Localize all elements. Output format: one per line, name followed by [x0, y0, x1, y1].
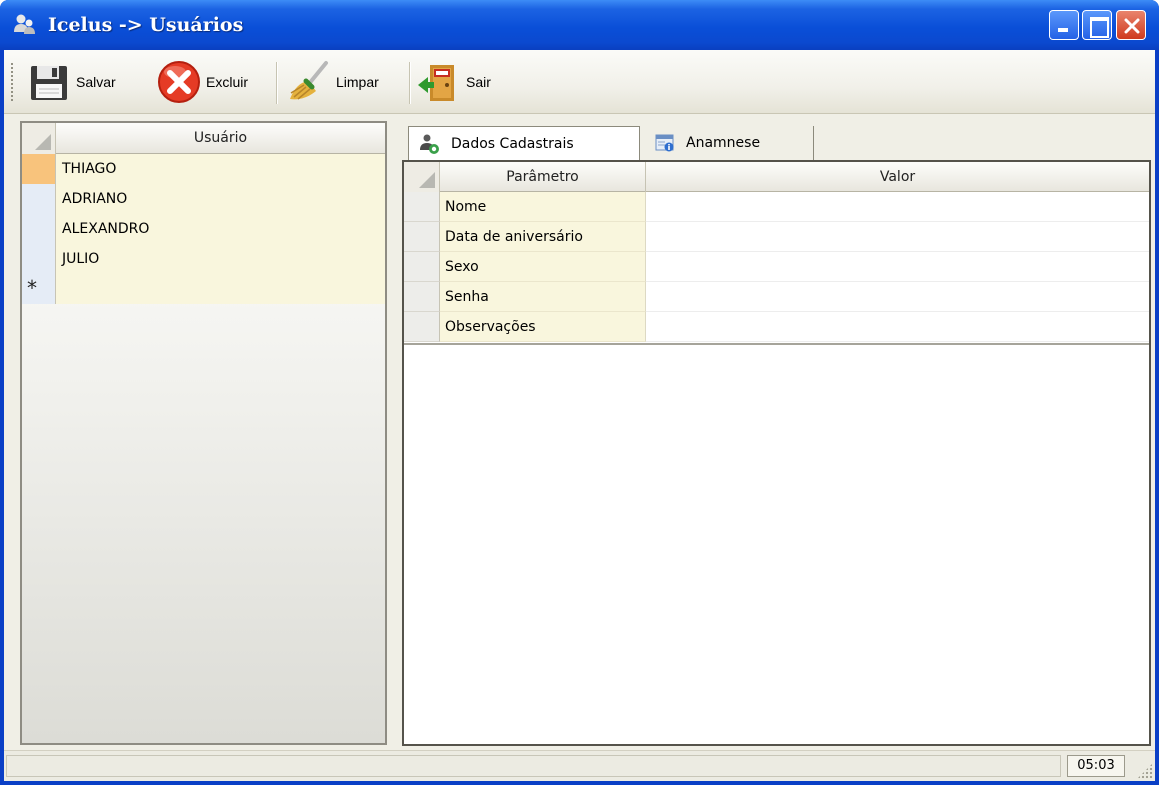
table-row[interactable]: Sexo: [404, 252, 1149, 282]
title-bar[interactable]: Icelus -> Usuários: [0, 0, 1159, 50]
delete-button[interactable]: Excluir: [156, 58, 248, 106]
row-header[interactable]: [404, 192, 440, 222]
toolbar-grip[interactable]: [10, 62, 14, 102]
client-area: Salvar Excluir Limpar Sair Usuário THIAG…: [4, 50, 1155, 781]
new-row-header[interactable]: *: [22, 274, 56, 304]
close-icon: [1124, 18, 1140, 34]
clear-label: Limpar: [336, 74, 379, 90]
property-grid[interactable]: Parâmetro Valor Nome Data de aniversário…: [402, 160, 1151, 746]
table-row[interactable]: Senha: [404, 282, 1149, 312]
new-row[interactable]: *: [22, 274, 385, 304]
row-header[interactable]: [404, 282, 440, 312]
minimize-button[interactable]: [1049, 10, 1079, 40]
row-header[interactable]: [22, 184, 56, 214]
maximize-button[interactable]: [1082, 10, 1112, 40]
application-window: Icelus -> Usuários Salvar Excluir Limpar…: [0, 0, 1159, 785]
select-all-corner[interactable]: [22, 123, 56, 154]
value-cell[interactable]: [646, 222, 1149, 252]
clear-button[interactable]: Limpar: [286, 58, 379, 106]
exit-button[interactable]: Sair: [416, 58, 491, 106]
delete-label: Excluir: [206, 74, 249, 90]
column-header-valor[interactable]: Valor: [646, 162, 1149, 193]
param-cell[interactable]: Nome: [440, 192, 646, 222]
toolbar-separator: [409, 62, 411, 104]
floppy-disk-icon: [31, 66, 67, 100]
users-grid-header: Usuário: [22, 123, 385, 154]
document-info-icon: [655, 134, 674, 152]
table-row[interactable]: ADRIANO: [22, 184, 385, 214]
user-cell[interactable]: THIAGO: [56, 154, 385, 184]
param-cell[interactable]: Sexo: [440, 252, 646, 282]
value-cell[interactable]: [646, 192, 1149, 222]
param-cell[interactable]: Data de aniversário: [440, 222, 646, 252]
new-user-cell[interactable]: [56, 274, 385, 304]
param-cell[interactable]: Senha: [440, 282, 646, 312]
table-row[interactable]: ALEXANDRO: [22, 214, 385, 244]
value-cell[interactable]: [646, 312, 1149, 342]
tab-label: Dados Cadastrais: [451, 136, 574, 152]
value-cell[interactable]: [646, 252, 1149, 282]
tab-dados-cadastrais[interactable]: Dados Cadastrais: [408, 126, 640, 161]
tab-label: Anamnese: [686, 135, 761, 151]
table-row[interactable]: JULIO: [22, 244, 385, 274]
user-cell[interactable]: JULIO: [56, 244, 385, 274]
row-header[interactable]: [404, 222, 440, 252]
row-header[interactable]: [22, 154, 56, 184]
user-profile-icon: [420, 134, 439, 154]
table-row[interactable]: THIAGO: [22, 154, 385, 184]
property-grid-header: Parâmetro Valor: [404, 162, 1149, 193]
delete-x-icon: [158, 61, 200, 103]
window-title: Icelus -> Usuários: [48, 14, 244, 36]
status-panel: [6, 755, 1061, 777]
broom-icon: [290, 61, 328, 100]
toolbar-separator: [276, 62, 278, 104]
select-all-corner[interactable]: [404, 162, 440, 192]
row-header[interactable]: [404, 312, 440, 342]
user-cell[interactable]: ALEXANDRO: [56, 214, 385, 244]
toolbar: Salvar Excluir Limpar Sair: [4, 50, 1155, 114]
close-button[interactable]: [1116, 10, 1146, 40]
new-row-marker: *: [27, 276, 37, 300]
users-icon: [14, 14, 35, 34]
row-header[interactable]: [22, 214, 56, 244]
table-row[interactable]: Nome: [404, 192, 1149, 222]
table-row[interactable]: Data de aniversário: [404, 222, 1149, 252]
status-clock: 05:03: [1067, 755, 1125, 777]
table-row[interactable]: Observações: [404, 312, 1149, 342]
users-grid[interactable]: Usuário THIAGO ADRIANO ALEXANDRO JULIO *: [20, 121, 387, 745]
row-header[interactable]: [404, 252, 440, 282]
user-cell[interactable]: ADRIANO: [56, 184, 385, 214]
save-label: Salvar: [76, 74, 116, 90]
column-header-parametro[interactable]: Parâmetro: [440, 162, 646, 193]
exit-door-icon: [418, 65, 454, 101]
column-header-usuario[interactable]: Usuário: [56, 123, 385, 154]
tab-anamnese[interactable]: Anamnese: [644, 126, 814, 160]
exit-label: Sair: [466, 74, 491, 90]
status-bar: 05:03: [4, 750, 1155, 781]
value-cell[interactable]: [646, 282, 1149, 312]
param-cell[interactable]: Observações: [440, 312, 646, 342]
row-header[interactable]: [22, 244, 56, 274]
save-button[interactable]: Salvar: [26, 58, 116, 106]
grid-bottom-border: [404, 343, 1149, 345]
resize-grip[interactable]: [1137, 763, 1153, 779]
